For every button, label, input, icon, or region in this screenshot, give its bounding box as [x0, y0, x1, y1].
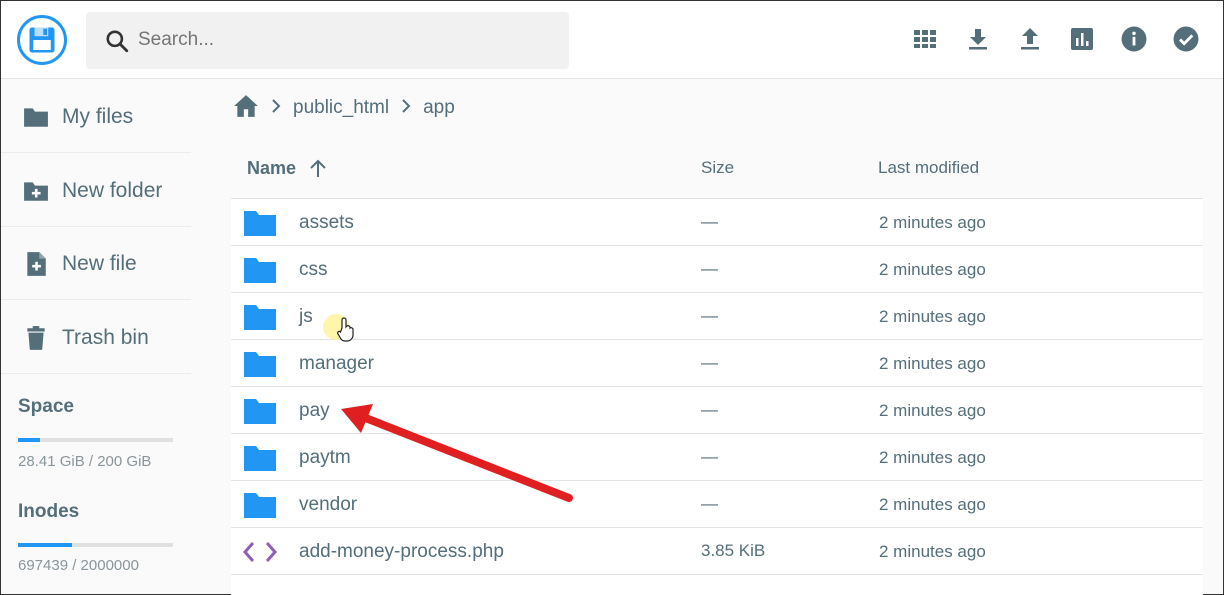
folder-plus-icon: [23, 178, 49, 204]
sidebar-item-my-files[interactable]: My files: [1, 80, 191, 153]
inodes-progress-fill: [18, 543, 73, 547]
top-bar: [1, 1, 1223, 79]
inodes-title: Inodes: [18, 501, 80, 522]
file-modified: 2 minutes ago: [879, 260, 986, 279]
chevron-right-icon: [271, 98, 281, 119]
file-modified: 2 minutes ago: [879, 542, 986, 561]
sidebar-item-label: Trash bin: [62, 326, 149, 349]
folder-icon: [243, 256, 277, 284]
space-progress-bar: [18, 438, 173, 442]
file-name[interactable]: vendor: [299, 494, 357, 516]
table-row[interactable]: assets — 2 minutes ago: [231, 199, 1203, 246]
grid-view-icon[interactable]: [910, 24, 940, 54]
search-box[interactable]: [86, 12, 569, 69]
file-size: —: [701, 353, 718, 372]
select-check-icon[interactable]: [1171, 24, 1201, 54]
file-size: —: [701, 494, 718, 513]
inodes-value: 697439 / 2000000: [18, 557, 139, 574]
folder-icon: [243, 209, 277, 237]
table-row[interactable]: vendor — 2 minutes ago: [231, 481, 1203, 528]
home-icon[interactable]: [233, 94, 259, 123]
trash-icon: [23, 325, 49, 351]
table-row[interactable]: pay — 2 minutes ago: [231, 387, 1203, 434]
sidebar-item-label: New folder: [62, 179, 163, 202]
arrow-up-icon[interactable]: [308, 159, 328, 179]
file-modified: 2 minutes ago: [879, 401, 986, 420]
code-file-icon: [242, 538, 278, 566]
file-size: —: [701, 400, 718, 419]
file-plus-icon: [23, 251, 49, 277]
chevron-right-icon: [401, 98, 411, 119]
file-modified: 2 minutes ago: [879, 307, 986, 326]
search-icon: [104, 28, 130, 59]
file-size: 3.85 KiB: [701, 541, 766, 560]
file-modified: 2 minutes ago: [879, 213, 986, 232]
file-name[interactable]: assets: [299, 212, 354, 234]
space-value: 28.41 GiB / 200 GiB: [18, 453, 152, 470]
space-title: Space: [18, 396, 74, 417]
breadcrumb-item-public-html[interactable]: public_html: [293, 97, 389, 119]
folder-icon: [243, 350, 277, 378]
sidebar-item-new-file[interactable]: New file: [1, 227, 191, 300]
sidebar-item-new-folder[interactable]: New folder: [1, 154, 191, 227]
file-size: —: [701, 212, 718, 231]
folder-icon: [243, 491, 277, 519]
upload-icon[interactable]: [1015, 24, 1045, 54]
file-name[interactable]: add-money-process.php: [299, 541, 504, 563]
folder-icon: [23, 104, 49, 130]
table-row[interactable]: paytm — 2 minutes ago: [231, 434, 1203, 481]
info-icon[interactable]: [1119, 24, 1149, 54]
chart-icon[interactable]: [1067, 24, 1097, 54]
column-header-label: Name: [247, 158, 297, 178]
search-input[interactable]: [138, 24, 558, 56]
breadcrumb-item-app[interactable]: app: [423, 97, 455, 119]
column-header-name[interactable]: Name: [247, 158, 328, 179]
table-row[interactable]: [231, 575, 1203, 595]
file-name[interactable]: js: [299, 306, 313, 328]
file-list: assets — 2 minutes ago css — 2 minutes ago js —…: [231, 199, 1203, 595]
folder-icon: [243, 303, 277, 331]
column-header-size[interactable]: Size: [701, 158, 734, 178]
file-name[interactable]: paytm: [299, 447, 351, 469]
file-modified: 2 minutes ago: [879, 448, 986, 467]
file-modified: 2 minutes ago: [879, 495, 986, 514]
file-name[interactable]: manager: [299, 353, 374, 375]
table-row[interactable]: manager — 2 minutes ago: [231, 340, 1203, 387]
table-row[interactable]: add-money-process.php 3.85 KiB 2 minutes a…: [231, 528, 1203, 575]
file-modified: 2 minutes ago: [879, 354, 986, 373]
sidebar-item-label: New file: [62, 252, 137, 275]
table-row[interactable]: css — 2 minutes ago: [231, 246, 1203, 293]
folder-icon: [243, 397, 277, 425]
sidebar-item-trash-bin[interactable]: Trash bin: [1, 301, 191, 374]
file-name[interactable]: pay: [299, 400, 330, 422]
folder-icon: [243, 444, 277, 472]
space-progress-fill: [18, 438, 40, 442]
file-size: —: [701, 259, 718, 278]
file-size: —: [701, 447, 718, 466]
file-size: —: [701, 306, 718, 325]
file-name[interactable]: css: [299, 259, 328, 281]
inodes-usage: Inodes 697439 / 2000000: [18, 501, 173, 574]
sidebar: My files New folder New file Trash bin S…: [1, 80, 191, 595]
column-header-modified[interactable]: Last modified: [878, 158, 979, 178]
sidebar-item-label: My files: [62, 105, 134, 128]
logo-disk-icon[interactable]: [17, 15, 67, 65]
table-row[interactable]: js — 2 minutes ago: [231, 293, 1203, 340]
table-header: Name Size Last modified: [231, 138, 1203, 199]
breadcrumb: public_html app: [233, 94, 455, 122]
space-usage: Space 28.41 GiB / 200 GiB: [18, 396, 173, 470]
download-icon[interactable]: [963, 24, 993, 54]
inodes-progress-bar: [18, 543, 173, 547]
